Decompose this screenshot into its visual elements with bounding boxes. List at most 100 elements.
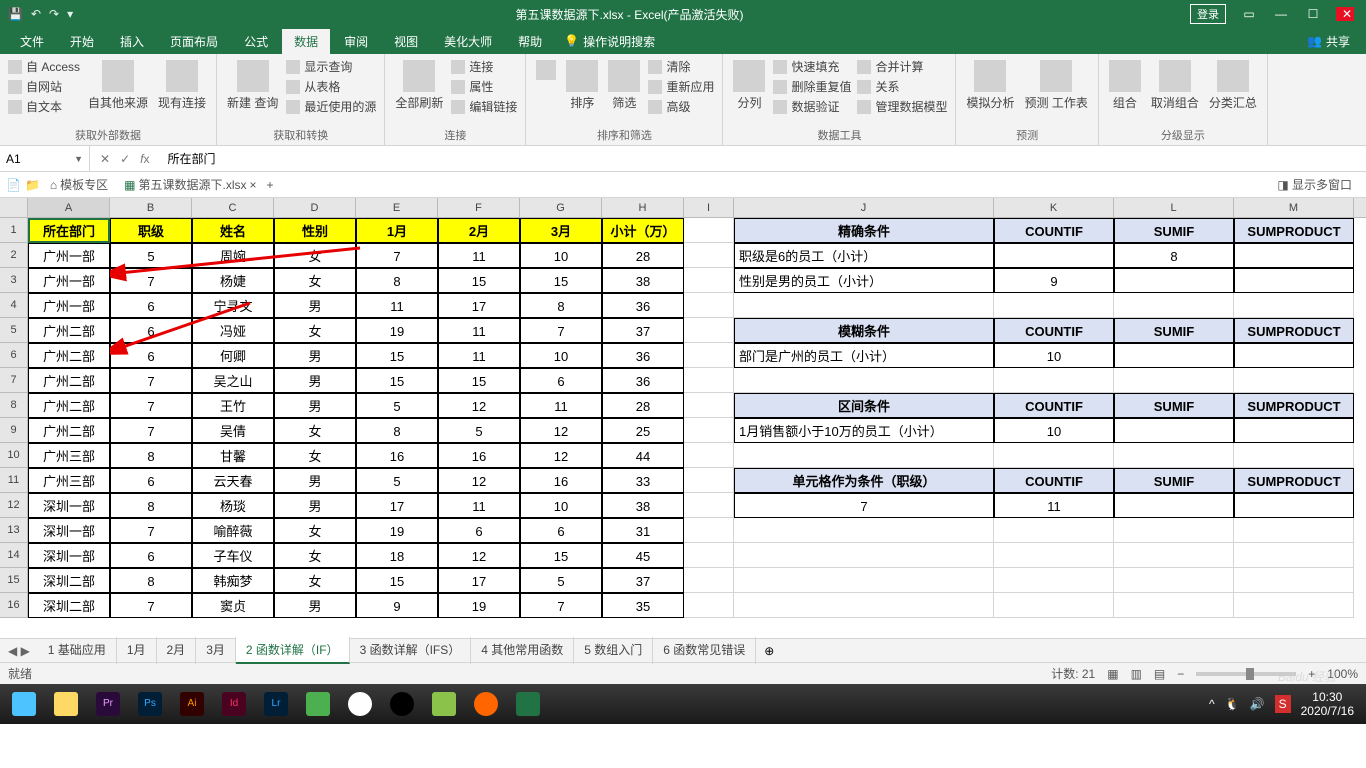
row-header[interactable]: 6 — [0, 343, 28, 368]
cell[interactable]: 10 — [520, 343, 602, 368]
sort-az[interactable] — [534, 58, 558, 82]
name-box[interactable]: A1▼ — [0, 146, 90, 171]
cell[interactable] — [994, 293, 1114, 318]
cell[interactable] — [994, 593, 1114, 618]
existing-connections[interactable]: 现有连接 — [156, 58, 208, 113]
cell[interactable]: 12 — [438, 393, 520, 418]
cell[interactable] — [994, 368, 1114, 393]
from-access[interactable]: 自 Access — [8, 58, 80, 75]
cell[interactable]: 17 — [356, 493, 438, 518]
consolidate[interactable]: 合并计算 — [857, 58, 947, 75]
sheet-tab[interactable]: 1月 — [117, 637, 157, 664]
add-sheet-icon[interactable]: ⊕ — [756, 644, 782, 658]
taskbar-app-fox[interactable] — [466, 688, 506, 720]
cell[interactable]: 窦贞 — [192, 593, 274, 618]
tab-view[interactable]: 视图 — [382, 29, 430, 54]
cell[interactable] — [734, 293, 994, 318]
row-header[interactable]: 15 — [0, 568, 28, 593]
formula-input[interactable]: 所在部门 — [159, 150, 1366, 167]
cell[interactable]: 15 — [438, 368, 520, 393]
taskbar-app-circle[interactable] — [340, 688, 380, 720]
taskbar-app-id[interactable]: Id — [214, 688, 254, 720]
cell[interactable]: 1月销售额小于10万的员工（小计） — [734, 418, 994, 443]
cell[interactable]: 6 — [520, 518, 602, 543]
cell[interactable]: 喻醉薇 — [192, 518, 274, 543]
cell[interactable]: 35 — [602, 593, 684, 618]
cell[interactable]: 性别 — [274, 218, 356, 243]
cell[interactable]: 女 — [274, 443, 356, 468]
cell[interactable]: 6 — [520, 368, 602, 393]
refresh-all[interactable]: 全部刷新 — [393, 58, 445, 113]
row-header[interactable]: 7 — [0, 368, 28, 393]
cell[interactable]: 子车仪 — [192, 543, 274, 568]
cell[interactable] — [994, 543, 1114, 568]
cell[interactable]: SUMPRODUCT — [1234, 318, 1354, 343]
cell[interactable]: 5 — [356, 393, 438, 418]
col-header-g[interactable]: G — [520, 198, 602, 217]
cell[interactable]: 17 — [438, 293, 520, 318]
text-to-columns[interactable]: 分列 — [731, 58, 767, 113]
cell[interactable] — [1234, 593, 1354, 618]
cell[interactable]: 36 — [602, 293, 684, 318]
qat-dropdown-icon[interactable]: ▾ — [67, 7, 73, 21]
cell[interactable]: 28 — [602, 243, 684, 268]
cell[interactable] — [1234, 268, 1354, 293]
tray-net-icon[interactable]: 🔊 — [1250, 697, 1265, 711]
close-tab-icon[interactable]: × — [250, 178, 257, 192]
cell[interactable]: 2月 — [438, 218, 520, 243]
tab-layout[interactable]: 页面布局 — [158, 29, 230, 54]
cell[interactable]: 6 — [110, 543, 192, 568]
cell[interactable]: 16 — [520, 468, 602, 493]
cell[interactable]: 1月 — [356, 218, 438, 243]
row-header[interactable]: 5 — [0, 318, 28, 343]
cell[interactable] — [684, 243, 734, 268]
cancel-icon[interactable]: ✕ — [100, 152, 110, 166]
cell[interactable]: 姓名 — [192, 218, 274, 243]
col-header-f[interactable]: F — [438, 198, 520, 217]
advanced-filter[interactable]: 高级 — [648, 98, 714, 115]
data-model[interactable]: 管理数据模型 — [857, 98, 947, 115]
tab-home[interactable]: 开始 — [58, 29, 106, 54]
cell[interactable]: 广州二部 — [28, 418, 110, 443]
cell[interactable]: 男 — [274, 368, 356, 393]
row-header[interactable]: 11 — [0, 468, 28, 493]
col-header-j[interactable]: J — [734, 198, 994, 217]
cell[interactable] — [994, 568, 1114, 593]
tab-insert[interactable]: 插入 — [108, 29, 156, 54]
cell[interactable]: 9 — [994, 268, 1114, 293]
flash-fill[interactable]: 快速填充 — [773, 58, 851, 75]
cell[interactable]: 女 — [274, 568, 356, 593]
redo-icon[interactable]: ↷ — [49, 7, 59, 21]
cell[interactable]: 17 — [438, 568, 520, 593]
cell[interactable]: 5 — [110, 243, 192, 268]
data-validation[interactable]: 数据验证 — [773, 98, 851, 115]
cell[interactable]: 广州二部 — [28, 393, 110, 418]
taskbar-app-excel[interactable] — [508, 688, 548, 720]
cell[interactable]: 7 — [110, 268, 192, 293]
cell[interactable] — [734, 568, 994, 593]
row-header[interactable]: 8 — [0, 393, 28, 418]
cell[interactable]: 19 — [356, 518, 438, 543]
multi-window[interactable]: ◨ 显示多窗口 — [1277, 176, 1360, 193]
cell[interactable]: SUMIF — [1114, 218, 1234, 243]
spreadsheet-grid[interactable]: A B C D E F G H I J K L M 1所在部门职级姓名性别1月2… — [0, 198, 1366, 638]
view-pagebreak-icon[interactable]: ▤ — [1154, 667, 1165, 681]
cell[interactable]: 18 — [356, 543, 438, 568]
cell[interactable]: 11 — [438, 343, 520, 368]
cell[interactable]: 31 — [602, 518, 684, 543]
row-header[interactable]: 10 — [0, 443, 28, 468]
cell[interactable]: COUNTIF — [994, 318, 1114, 343]
cell[interactable]: 冯娅 — [192, 318, 274, 343]
cell[interactable] — [1114, 418, 1234, 443]
cell[interactable]: 11 — [438, 318, 520, 343]
cell[interactable]: 杨婕 — [192, 268, 274, 293]
tray-qq-icon[interactable]: 🐧 — [1225, 697, 1240, 711]
row-header[interactable]: 3 — [0, 268, 28, 293]
cell[interactable] — [684, 568, 734, 593]
cell[interactable]: 吴之山 — [192, 368, 274, 393]
cell[interactable]: 深圳一部 — [28, 543, 110, 568]
cell[interactable]: 女 — [274, 243, 356, 268]
cell[interactable] — [684, 443, 734, 468]
sheet-tab[interactable]: 6 函数常见错误 — [653, 637, 756, 664]
cell[interactable]: 11 — [520, 393, 602, 418]
